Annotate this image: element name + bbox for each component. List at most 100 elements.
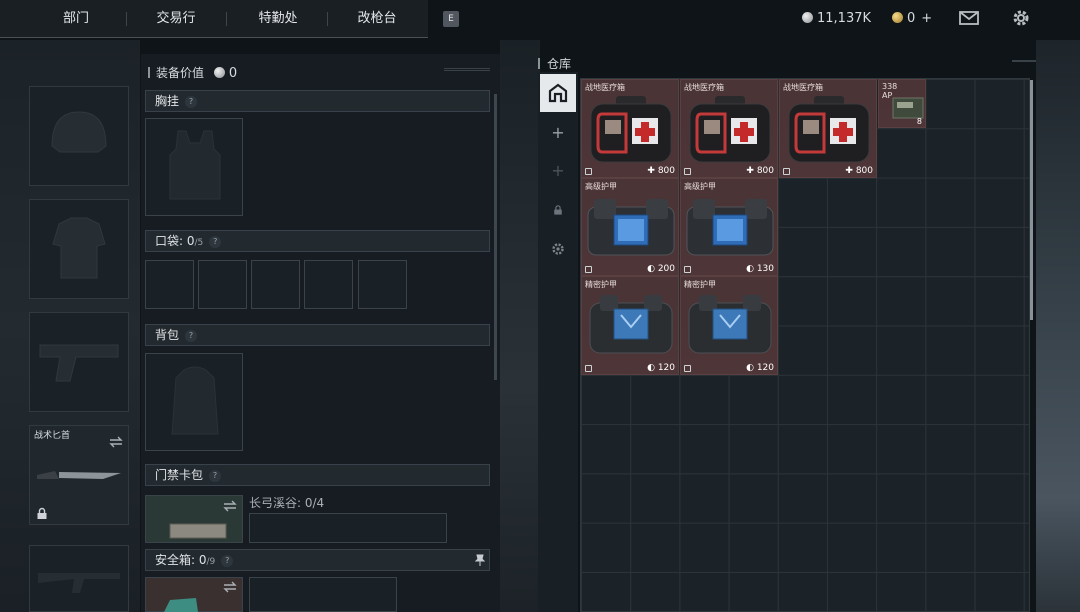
pocket-header: 口袋: 0/5? — [145, 230, 490, 252]
lock-icon — [554, 205, 562, 215]
key-hint-e[interactable]: E — [443, 11, 459, 27]
pocket-slot[interactable] — [198, 260, 247, 309]
inventory-item-medkit[interactable]: 战地医疗箱 ✚ 800 — [779, 79, 877, 178]
swap-icon[interactable] — [222, 581, 238, 593]
warehouse-icon — [548, 83, 568, 103]
silver-coin-icon — [802, 12, 813, 23]
armor-icon — [587, 199, 675, 256]
inventory-scrollbar[interactable] — [1030, 80, 1033, 320]
safe-box-header: 安全箱: 0/9? — [145, 549, 490, 571]
knife-icon — [37, 471, 121, 479]
inventory-item-ammo[interactable]: 338 AP 8 — [878, 79, 926, 128]
armor-icon — [686, 199, 774, 256]
plus-icon: + — [551, 161, 565, 180]
chest-rig-icon — [169, 130, 221, 200]
mail-icon[interactable] — [958, 8, 980, 28]
inventory-item-armor[interactable]: 精密护甲 ◐ 120 — [581, 276, 679, 375]
item-tag-icon — [684, 168, 691, 175]
rifle-icon — [38, 572, 120, 593]
item-name: 高级护甲 — [585, 182, 617, 191]
nav-divider — [327, 12, 328, 26]
equipment-value-label: 装备价值 — [156, 66, 205, 80]
knife-slot[interactable]: 战术匕首 — [29, 425, 129, 525]
nav-divider — [226, 12, 227, 26]
add-storage-button-disabled[interactable]: + — [540, 152, 576, 190]
armor-slot[interactable] — [29, 199, 129, 299]
item-tag-icon — [684, 266, 691, 273]
inventory-item-armor[interactable]: 精密护甲 ◐ 120 — [680, 276, 778, 375]
keycard-location: 长弓溪谷: 0/4 — [249, 496, 325, 510]
locked-storage-tab[interactable] — [540, 192, 576, 230]
item-durability: ◐ 200 — [647, 264, 675, 274]
item-durability: ✚ 800 — [746, 166, 774, 176]
item-durability: ◐ 120 — [746, 363, 774, 373]
lock-icon — [37, 507, 47, 519]
help-icon[interactable]: ? — [209, 236, 222, 248]
inventory-item-armor[interactable]: 高级护甲 ◐ 200 — [581, 178, 679, 276]
help-icon[interactable]: ? — [221, 555, 234, 567]
add-storage-button[interactable]: + — [540, 114, 576, 152]
item-tag-icon — [585, 266, 592, 273]
item-value: 800 — [756, 166, 774, 176]
tab-gunsmith[interactable]: 改枪台 — [344, 0, 410, 38]
safe-box-label: 安全箱: — [155, 553, 196, 567]
tab-special-ops[interactable]: 特勤处 — [244, 0, 312, 38]
item-count: 8 — [916, 117, 922, 126]
item-tag-icon — [684, 365, 691, 372]
help-icon[interactable]: ? — [185, 96, 198, 108]
loadout-scrollbar[interactable] — [494, 94, 497, 380]
safe-box-slot[interactable] — [145, 577, 243, 612]
help-icon[interactable]: ? — [209, 470, 222, 482]
equipment-value-amount: 0 — [228, 66, 238, 81]
keycard-header: 门禁卡包? — [145, 464, 490, 486]
tab-trading[interactable]: 交易行 — [142, 0, 210, 38]
inventory-item-medkit[interactable]: 战地医疗箱 ✚ 800 — [680, 79, 778, 178]
pocket-slot[interactable] — [358, 260, 407, 309]
chest-rig-header: 胸挂? — [145, 90, 490, 112]
item-name: 战地医疗箱 — [684, 83, 724, 92]
keycard-case-slot[interactable] — [145, 495, 243, 543]
equipment-value: 装备价值 0 — [148, 64, 237, 81]
keycard-slots[interactable] — [249, 513, 447, 543]
item-value: 800 — [855, 166, 873, 176]
pocket-slot[interactable] — [145, 260, 194, 309]
helmet-slot[interactable] — [29, 86, 129, 186]
swap-icon[interactable] — [222, 500, 238, 512]
inventory-item-armor[interactable]: 高级护甲 ◐ 130 — [680, 178, 778, 276]
warehouse-tab[interactable] — [540, 74, 576, 112]
inventory-item-medkit[interactable]: 战地医疗箱 ✚ 800 — [581, 79, 679, 178]
chest-rig-slot[interactable] — [145, 118, 243, 216]
safe-box-capacity: /9 — [206, 557, 216, 567]
backpack-header: 背包? — [145, 324, 490, 346]
gold-currency[interactable]: 0 + — [892, 9, 932, 29]
keycard-case-label: 门禁卡包 — [155, 468, 204, 482]
backpack-slot[interactable] — [145, 353, 243, 451]
gold-add-icon[interactable]: + — [921, 11, 932, 26]
pocket-slot[interactable] — [304, 260, 353, 309]
storage-settings-tab[interactable] — [540, 230, 576, 268]
silver-currency[interactable]: 11,137K — [802, 9, 871, 29]
pistol-slot[interactable] — [29, 312, 129, 412]
tab-department[interactable]: 部门 — [46, 0, 106, 38]
item-durability: ◐ 130 — [746, 264, 774, 274]
item-name: 高级护甲 — [684, 182, 716, 191]
knife-label: 战术匕首 — [34, 431, 71, 441]
swap-icon[interactable] — [108, 436, 124, 448]
gear-icon[interactable] — [1010, 8, 1032, 28]
background-right — [1036, 40, 1080, 612]
item-value: 800 — [657, 166, 675, 176]
item-name: 精密护甲 — [684, 280, 716, 289]
item-name: 战地医疗箱 — [585, 83, 625, 92]
item-durability: ✚ 800 — [647, 166, 675, 176]
safe-box-grid[interactable] — [249, 577, 397, 612]
keycard-case-icon — [169, 523, 227, 539]
pistol-icon — [39, 344, 119, 382]
nav-divider — [126, 12, 127, 26]
pin-icon[interactable] — [475, 554, 485, 566]
help-icon[interactable]: ? — [185, 330, 198, 342]
backpack-label: 背包 — [155, 328, 180, 342]
silver-coin-icon — [213, 67, 225, 78]
rifle-slot[interactable] — [29, 545, 129, 612]
item-durability: ◐ 120 — [647, 363, 675, 373]
pocket-slot[interactable] — [251, 260, 300, 309]
